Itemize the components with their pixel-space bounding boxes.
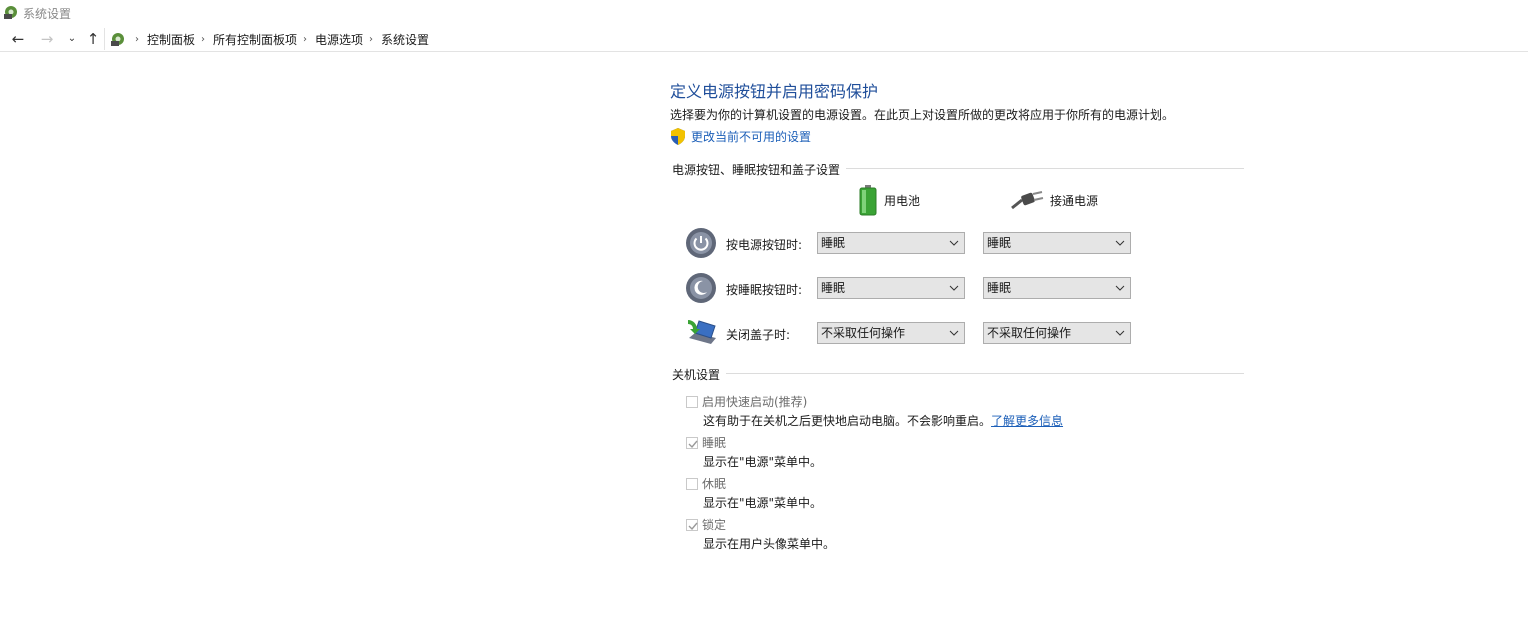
window-title: 系统设置 bbox=[23, 7, 72, 21]
chevron-down-icon bbox=[949, 285, 959, 291]
dropdown-value: 不采取任何操作 bbox=[987, 326, 1072, 340]
breadcrumb-control-panel[interactable]: 控制面板 bbox=[147, 31, 195, 48]
chevron-down-icon bbox=[949, 240, 959, 246]
battery-column-label: 用电池 bbox=[884, 193, 921, 208]
change-settings-link-text[interactable]: 更改当前不可用的设置 bbox=[691, 128, 811, 145]
breadcrumb-separator-icon[interactable]: › bbox=[303, 34, 307, 45]
lid-close-label: 关闭盖子时: bbox=[726, 328, 791, 342]
breadcrumb-all-items[interactable]: 所有控制面板项 bbox=[213, 31, 297, 48]
title-bar: 系统设置 bbox=[0, 0, 1528, 26]
up-arrow-icon[interactable]: ↑ bbox=[83, 29, 103, 49]
power-button-plugged-dropdown[interactable]: 睡眠 bbox=[983, 232, 1131, 254]
chevron-down-icon bbox=[949, 330, 959, 336]
plugged-column-label: 接通电源 bbox=[1050, 193, 1099, 208]
power-button-battery-dropdown[interactable]: 睡眠 bbox=[817, 232, 965, 254]
hibernate-description: 显示在"电源"菜单中。 bbox=[703, 496, 823, 510]
sleep-button-battery-dropdown[interactable]: 睡眠 bbox=[817, 277, 965, 299]
shutdown-section-title: 关机设置 bbox=[672, 366, 727, 383]
chevron-down-icon bbox=[1115, 330, 1125, 336]
battery-column-header: 用电池 bbox=[858, 184, 920, 216]
checkmark-icon bbox=[688, 440, 698, 449]
lock-checkbox[interactable] bbox=[686, 519, 698, 531]
fast-startup-description-text: 这有助于在关机之后更快地启动电脑。不会影响重启。 bbox=[703, 414, 992, 428]
lock-description: 显示在用户头像菜单中。 bbox=[703, 537, 836, 551]
dropdown-value: 睡眠 bbox=[821, 281, 846, 295]
address-bar[interactable]: › 控制面板 › 所有控制面板项 › 电源选项 › 系统设置 bbox=[104, 28, 1528, 50]
recent-locations-chevron-icon[interactable]: ⌄ bbox=[62, 29, 82, 49]
section-divider bbox=[672, 373, 1244, 374]
fast-startup-description: 这有助于在关机之后更快地启动电脑。不会影响重启。了解更多信息 bbox=[703, 412, 1063, 429]
sleep-description: 显示在"电源"菜单中。 bbox=[703, 455, 823, 469]
back-arrow-icon[interactable]: ← bbox=[8, 29, 28, 49]
dropdown-value: 睡眠 bbox=[987, 236, 1012, 250]
sleep-button-plugged-dropdown[interactable]: 睡眠 bbox=[983, 277, 1131, 299]
uac-shield-icon bbox=[671, 128, 685, 145]
page-description: 选择要为你的计算机设置的电源设置。在此页上对设置所做的更改将应用于你所有的电源计… bbox=[670, 108, 1175, 122]
power-section-title: 电源按钮、睡眠按钮和盖子设置 bbox=[672, 161, 847, 178]
breadcrumb-separator-icon[interactable]: › bbox=[201, 34, 205, 45]
power-button-label: 按电源按钮时: bbox=[726, 238, 803, 252]
fast-startup-checkbox[interactable] bbox=[686, 396, 698, 408]
hibernate-checkbox[interactable] bbox=[686, 478, 698, 490]
checkmark-icon bbox=[688, 522, 698, 531]
dropdown-value: 睡眠 bbox=[987, 281, 1012, 295]
learn-more-link[interactable]: 了解更多信息 bbox=[991, 414, 1063, 428]
breadcrumb: › 控制面板 › 所有控制面板项 › 电源选项 › 系统设置 bbox=[109, 30, 431, 48]
forward-arrow-icon[interactable]: → bbox=[37, 29, 57, 49]
plugged-column-header: 接通电源 bbox=[1010, 190, 1098, 210]
dropdown-value: 睡眠 bbox=[821, 236, 846, 250]
laptop-lid-icon bbox=[688, 320, 716, 344]
breadcrumb-power-options[interactable]: 电源选项 bbox=[315, 31, 363, 48]
change-settings-link[interactable]: 更改当前不可用的设置 bbox=[670, 128, 811, 145]
fast-startup-label: 启用快速启动(推荐) bbox=[702, 395, 808, 409]
lid-close-plugged-dropdown[interactable]: 不采取任何操作 bbox=[983, 322, 1131, 344]
power-button-icon bbox=[686, 228, 716, 258]
lock-label: 锁定 bbox=[702, 518, 727, 532]
navigation-bar: ← → ⌄ ↑ › 控制面板 › 所有控制面板项 › 电源选项 › 系统设置 bbox=[0, 27, 1528, 52]
dropdown-value: 不采取任何操作 bbox=[821, 326, 906, 340]
control-panel-icon bbox=[4, 6, 17, 19]
power-plug-icon bbox=[1011, 191, 1044, 210]
lid-close-battery-dropdown[interactable]: 不采取任何操作 bbox=[817, 322, 965, 344]
chevron-down-icon bbox=[1115, 285, 1125, 291]
chevron-down-icon bbox=[1115, 240, 1125, 246]
hibernate-label: 休眠 bbox=[702, 477, 727, 491]
sleep-checkbox[interactable] bbox=[686, 437, 698, 449]
sleep-label: 睡眠 bbox=[702, 436, 727, 450]
sleep-button-icon bbox=[686, 273, 716, 303]
breadcrumb-separator-icon[interactable]: › bbox=[369, 34, 373, 45]
breadcrumb-separator-icon[interactable]: › bbox=[135, 34, 139, 45]
control-panel-icon bbox=[111, 33, 124, 46]
breadcrumb-system-settings[interactable]: 系统设置 bbox=[381, 31, 429, 48]
sleep-button-label: 按睡眠按钮时: bbox=[726, 283, 803, 297]
battery-icon bbox=[859, 185, 877, 216]
page-title: 定义电源按钮并启用密码保护 bbox=[670, 82, 879, 101]
